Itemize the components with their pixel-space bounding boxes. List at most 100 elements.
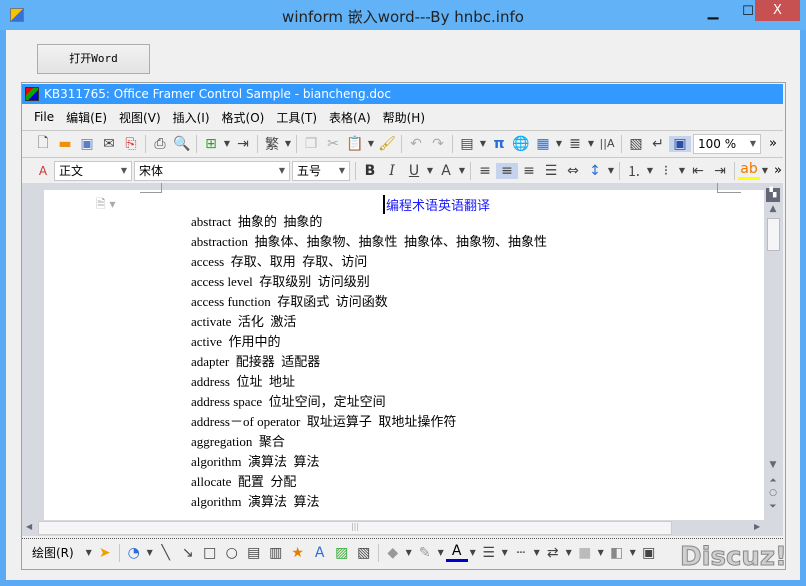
chevron-down-icon[interactable]: ▼ — [677, 166, 687, 175]
chevron-down-icon[interactable]: ▼ — [596, 548, 606, 557]
font-combo[interactable]: 宋体 ▼ — [134, 160, 290, 181]
browse-object-button[interactable]: ○ — [766, 488, 780, 502]
font-size-combo[interactable]: 五号 ▼ — [292, 160, 350, 181]
save-icon[interactable]: ▣ — [76, 136, 98, 152]
menu-view[interactable]: 视图(V) — [113, 109, 167, 126]
chevron-down-icon[interactable]: ▼ — [425, 166, 435, 175]
shadow-icon[interactable]: ■ — [574, 545, 596, 561]
diagram-icon[interactable]: ▧ — [353, 545, 375, 561]
chevron-down-icon[interactable]: ▼ — [564, 548, 574, 557]
menu-help[interactable]: 帮助(H) — [377, 109, 431, 126]
align-left-icon[interactable]: ≡ — [474, 163, 496, 179]
page-view-icon[interactable]: ▣ — [669, 135, 691, 152]
select-pointer-icon[interactable]: ➤ — [94, 545, 116, 561]
chevron-down-icon[interactable]: ▼ — [404, 548, 414, 557]
textbox-icon[interactable]: ▤ — [243, 545, 265, 561]
arrow-icon[interactable]: ↘ — [177, 545, 199, 561]
paste-icon[interactable]: 📋 — [344, 136, 366, 152]
next-page-button[interactable]: ⏷ — [766, 502, 780, 516]
styles-icon[interactable]: A — [32, 164, 54, 178]
underline-button[interactable]: U — [403, 163, 425, 179]
line-icon[interactable]: ╲ — [155, 545, 177, 561]
paragraph-mark-icon[interactable]: ↵ — [647, 136, 669, 152]
format-painter-icon[interactable]: 🖌 — [376, 136, 398, 152]
oval-icon[interactable]: ○ — [221, 545, 243, 561]
open-icon[interactable]: ▬ — [54, 136, 76, 152]
fill-color-icon[interactable]: ◆ — [382, 545, 404, 561]
page-break-icon[interactable]: ⇥ — [232, 136, 254, 152]
distribute-icon[interactable]: ⇔ — [562, 163, 584, 179]
bold-button[interactable]: B — [359, 163, 381, 179]
decrease-indent-icon[interactable]: ⇤ — [687, 163, 709, 179]
align-center-icon[interactable]: ≡ — [496, 162, 518, 179]
drawing-menu[interactable]: 绘图(R) — [32, 544, 74, 561]
style-combo[interactable]: 正文 ▼ — [54, 160, 132, 181]
chevron-down-icon[interactable]: ▼ — [457, 166, 467, 175]
print-icon[interactable]: ⎙ — [149, 136, 171, 152]
chevron-down-icon[interactable]: ▼ — [436, 548, 446, 557]
wordart-icon[interactable]: A — [309, 545, 331, 561]
numbered-list-icon[interactable]: ⒈ — [623, 161, 645, 181]
arrow-style-icon[interactable]: ⇄ — [542, 545, 564, 561]
scroll-up-button[interactable]: ▲ — [766, 204, 780, 218]
chevron-down-icon[interactable]: ▼ — [283, 139, 293, 148]
menu-edit[interactable]: 编辑(E) — [60, 109, 113, 126]
chevron-down-icon[interactable]: ▼ — [222, 139, 232, 148]
menu-insert[interactable]: 插入(I) — [167, 109, 216, 126]
undo-icon[interactable]: ↶ — [405, 136, 427, 152]
menu-tools[interactable]: 工具(T) — [270, 109, 323, 126]
open-word-button[interactable]: 打开Word — [37, 44, 150, 74]
font-size-grow-icon[interactable]: A — [435, 163, 457, 179]
grid-table-icon[interactable]: ▦ — [532, 136, 554, 152]
chevron-down-icon[interactable]: ▼ — [468, 548, 478, 557]
dash-style-icon[interactable]: ┄ — [510, 545, 532, 561]
hyperlink-icon[interactable]: 🌐 — [510, 136, 532, 152]
pi-icon[interactable]: π — [488, 136, 510, 152]
chevron-down-icon[interactable]: ▼ — [145, 548, 155, 557]
chevron-down-icon[interactable]: ▼ — [478, 139, 488, 148]
highlight-icon[interactable]: ab — [738, 161, 760, 180]
table-icon[interactable]: ▤ — [456, 136, 478, 152]
chevron-down-icon[interactable]: ▼ — [645, 166, 655, 175]
chevron-down-icon[interactable]: ▼ — [366, 139, 376, 148]
chevron-down-icon[interactable]: ▼ — [84, 548, 94, 557]
autoshapes-icon[interactable]: ◔ — [123, 545, 145, 561]
split-icon[interactable]: ▚ — [766, 188, 780, 202]
chevron-down-icon[interactable]: ▼ — [586, 139, 596, 148]
chevron-down-icon[interactable]: ▼ — [760, 166, 770, 175]
document-body[interactable]: abstract 抽象的 抽象的 abstraction 抽象体、抽象物、抽象性 … — [191, 212, 547, 512]
rectangle-icon[interactable]: □ — [199, 545, 221, 561]
menu-table[interactable]: 表格(A) — [323, 109, 377, 126]
minimize-button[interactable]: ▁ — [700, 4, 726, 24]
zoom-combo[interactable]: 100 % ▼ — [693, 133, 761, 154]
chevron-down-icon[interactable]: ▼ — [500, 548, 510, 557]
bulleted-list-icon[interactable]: ⁝ — [655, 163, 677, 179]
chevron-down-icon[interactable]: ▼ — [532, 548, 542, 557]
justify-icon[interactable]: ☰ — [540, 163, 562, 179]
scroll-right-button[interactable]: ▶ — [754, 522, 760, 531]
copy-icon[interactable]: ❐ — [300, 136, 322, 152]
font-color-icon[interactable]: A — [445, 543, 468, 562]
picture-icon[interactable]: ▨ — [331, 545, 353, 561]
chevron-down-icon[interactable]: ▼ — [554, 139, 564, 148]
line-spacing-icon[interactable]: ↕ — [584, 163, 606, 179]
clipart-icon[interactable]: ★ — [287, 545, 309, 561]
vertical-scroll-thumb[interactable] — [767, 218, 780, 251]
drawing-canvas-icon[interactable]: ▣ — [638, 545, 660, 561]
3d-icon[interactable]: ◧ — [606, 545, 628, 561]
horizontal-scroll-thumb[interactable]: ||| — [38, 521, 672, 535]
toolbar-overflow-icon[interactable]: » — [769, 136, 777, 151]
export-pdf-icon[interactable]: ⎘ — [120, 136, 142, 152]
increase-indent-icon[interactable]: ⇥ — [709, 163, 731, 179]
vertical-textbox-icon[interactable]: ▥ — [265, 545, 287, 561]
scroll-down-button[interactable]: ▼ — [766, 460, 780, 474]
email-icon[interactable]: ✉ — [98, 136, 120, 152]
insert-page-icon[interactable]: ⊞ — [200, 136, 222, 152]
close-button[interactable]: X — [755, 0, 800, 21]
scroll-left-button[interactable]: ◀ — [26, 522, 32, 531]
align-right-icon[interactable]: ≡ — [518, 163, 540, 179]
chevron-down-icon[interactable]: ▼ — [606, 166, 616, 175]
menu-file[interactable]: File — [28, 110, 60, 124]
traditional-chinese-icon[interactable]: 繁 — [261, 134, 283, 154]
text-direction-icon[interactable]: ||A — [596, 137, 618, 150]
